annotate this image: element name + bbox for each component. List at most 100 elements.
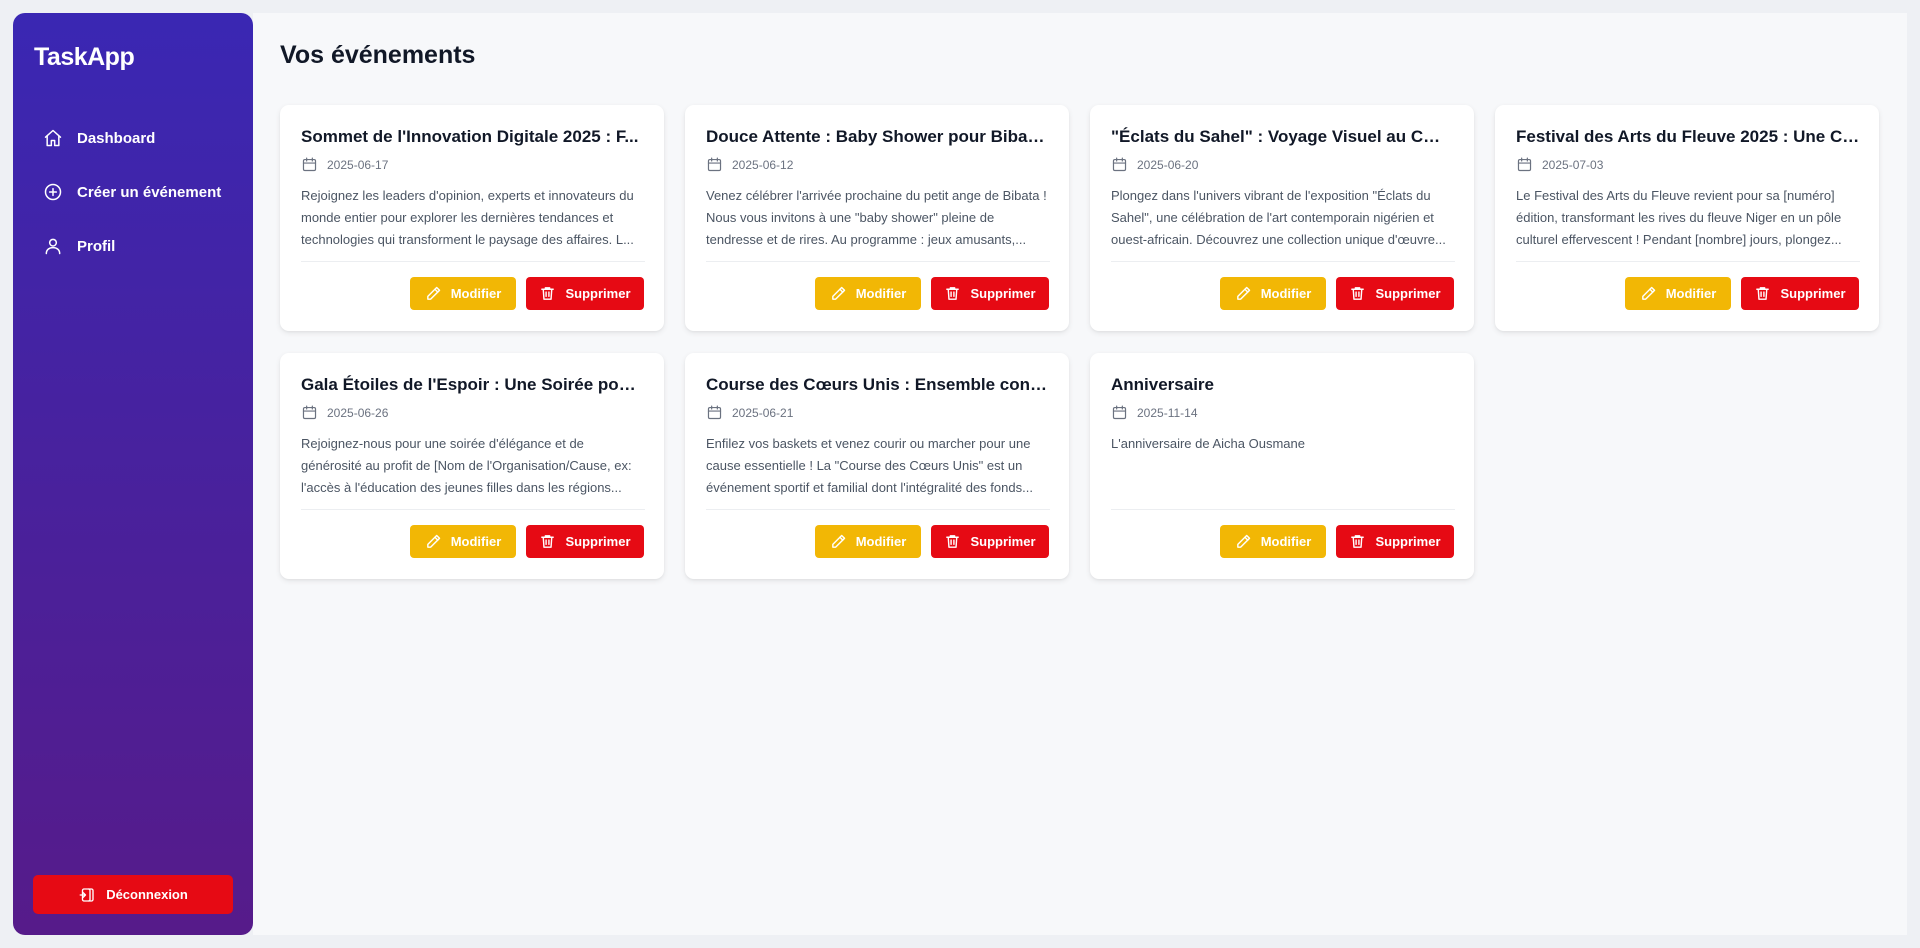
pencil-icon — [1640, 285, 1657, 302]
calendar-icon — [706, 404, 723, 421]
trash-icon — [1349, 533, 1366, 550]
event-date: 2025-06-17 — [327, 157, 389, 172]
logout-label: Déconnexion — [106, 887, 188, 902]
event-date-row: 2025-06-20 — [1111, 156, 1198, 173]
event-description: Venez célébrer l'arrivée prochaine du pe… — [706, 188, 1047, 247]
edit-button[interactable]: Modifier — [410, 277, 516, 310]
delete-button[interactable]: Supprimer — [1741, 277, 1859, 310]
pencil-icon — [425, 285, 442, 302]
event-date: 2025-11-14 — [1137, 405, 1198, 420]
event-description: Plongez dans l'univers vibrant de l'expo… — [1111, 188, 1446, 247]
event-date: 2025-06-12 — [732, 157, 794, 172]
delete-label: Supprimer — [1375, 286, 1441, 301]
pencil-icon — [425, 533, 442, 550]
event-date: 2025-07-03 — [1542, 157, 1604, 172]
delete-label: Supprimer — [1780, 286, 1846, 301]
card-divider — [1516, 261, 1860, 262]
calendar-icon — [1516, 156, 1533, 173]
logout-button[interactable]: Déconnexion — [33, 875, 233, 914]
event-title: "Éclats du Sahel" : Voyage Visuel au Cœu… — [1111, 127, 1455, 146]
event-description: L'anniversaire de Aicha Ousmane — [1111, 436, 1305, 451]
calendar-icon — [1111, 404, 1128, 421]
trash-icon — [1754, 285, 1771, 302]
event-title: Sommet de l'Innovation Digitale 2025 : F… — [301, 127, 639, 146]
sidebar-nav: Dashboard Créer un événement Profil — [13, 111, 253, 273]
edit-button[interactable]: Modifier — [815, 525, 921, 558]
delete-label: Supprimer — [565, 534, 631, 549]
delete-label: Supprimer — [565, 286, 631, 301]
event-date: 2025-06-21 — [732, 405, 794, 420]
event-card: Douce Attente : Baby Shower pour Bibata.… — [685, 105, 1069, 331]
sidebar-item-create-event[interactable]: Créer un événement — [13, 165, 253, 219]
edit-label: Modifier — [1665, 286, 1717, 301]
edit-button[interactable]: Modifier — [1220, 525, 1326, 558]
card-divider — [1111, 509, 1455, 510]
event-date-row: 2025-07-03 — [1516, 156, 1603, 173]
delete-button[interactable]: Supprimer — [1336, 277, 1454, 310]
edit-label: Modifier — [450, 286, 502, 301]
event-title: Festival des Arts du Fleuve 2025 : Une C… — [1516, 127, 1860, 146]
delete-button[interactable]: Supprimer — [526, 525, 644, 558]
pencil-icon — [1235, 285, 1252, 302]
event-card: "Éclats du Sahel" : Voyage Visuel au Cœu… — [1090, 105, 1474, 331]
plus-circle-icon — [43, 182, 63, 202]
event-date-row: 2025-06-17 — [301, 156, 388, 173]
edit-button[interactable]: Modifier — [815, 277, 921, 310]
page-title: Vos événements — [280, 41, 476, 69]
event-card: Sommet de l'Innovation Digitale 2025 : F… — [280, 105, 664, 331]
sidebar-item-dashboard[interactable]: Dashboard — [13, 111, 253, 165]
card-divider — [706, 509, 1050, 510]
event-description: Rejoignez-nous pour une soirée d'éléganc… — [301, 436, 632, 495]
edit-label: Modifier — [450, 534, 502, 549]
delete-label: Supprimer — [1375, 534, 1441, 549]
event-description: Le Festival des Arts du Fleuve revient p… — [1516, 188, 1842, 247]
event-date-row: 2025-06-12 — [706, 156, 793, 173]
delete-button[interactable]: Supprimer — [931, 525, 1049, 558]
pencil-icon — [830, 285, 847, 302]
delete-button[interactable]: Supprimer — [1336, 525, 1454, 558]
calendar-icon — [301, 404, 318, 421]
event-title: Gala Étoiles de l'Espoir : Une Soirée po… — [301, 375, 645, 394]
delete-button[interactable]: Supprimer — [526, 277, 644, 310]
sidebar-item-profile[interactable]: Profil — [13, 219, 253, 273]
trash-icon — [944, 285, 961, 302]
logout-icon — [78, 886, 96, 904]
event-card: Anniversaire 2025-11-14 L'anniversaire d… — [1090, 353, 1474, 579]
edit-button[interactable]: Modifier — [1625, 277, 1731, 310]
sidebar-item-label: Créer un événement — [77, 183, 222, 201]
calendar-icon — [1111, 156, 1128, 173]
pencil-icon — [1235, 533, 1252, 550]
edit-button[interactable]: Modifier — [410, 525, 516, 558]
delete-button[interactable]: Supprimer — [931, 277, 1049, 310]
edit-label: Modifier — [855, 286, 907, 301]
event-title: Course des Cœurs Unis : Ensemble contre … — [706, 375, 1050, 394]
edit-label: Modifier — [855, 534, 907, 549]
card-divider — [301, 261, 645, 262]
event-date-row: 2025-06-26 — [301, 404, 388, 421]
edit-label: Modifier — [1260, 534, 1312, 549]
trash-icon — [539, 285, 556, 302]
app-window: TaskApp Dashboard Créer un événement Pro… — [13, 13, 1907, 935]
calendar-icon — [301, 156, 318, 173]
user-icon — [43, 236, 63, 256]
event-date-row: 2025-11-14 — [1111, 404, 1198, 421]
trash-icon — [539, 533, 556, 550]
event-date: 2025-06-26 — [327, 405, 389, 420]
event-card: Gala Étoiles de l'Espoir : Une Soirée po… — [280, 353, 664, 579]
event-card: Festival des Arts du Fleuve 2025 : Une C… — [1495, 105, 1879, 331]
event-title: Anniversaire — [1111, 375, 1214, 394]
pencil-icon — [830, 533, 847, 550]
delete-label: Supprimer — [970, 286, 1036, 301]
brand-logo[interactable]: TaskApp — [34, 43, 135, 72]
sidebar-item-label: Dashboard — [77, 129, 156, 147]
delete-label: Supprimer — [970, 534, 1036, 549]
edit-button[interactable]: Modifier — [1220, 277, 1326, 310]
calendar-icon — [706, 156, 723, 173]
event-title: Douce Attente : Baby Shower pour Bibata.… — [706, 127, 1050, 146]
event-description: Enfilez vos baskets et venez courir ou m… — [706, 436, 1033, 495]
card-divider — [706, 261, 1050, 262]
event-card: Course des Cœurs Unis : Ensemble contre … — [685, 353, 1069, 579]
home-icon — [43, 128, 63, 148]
trash-icon — [1349, 285, 1366, 302]
card-divider — [301, 509, 645, 510]
